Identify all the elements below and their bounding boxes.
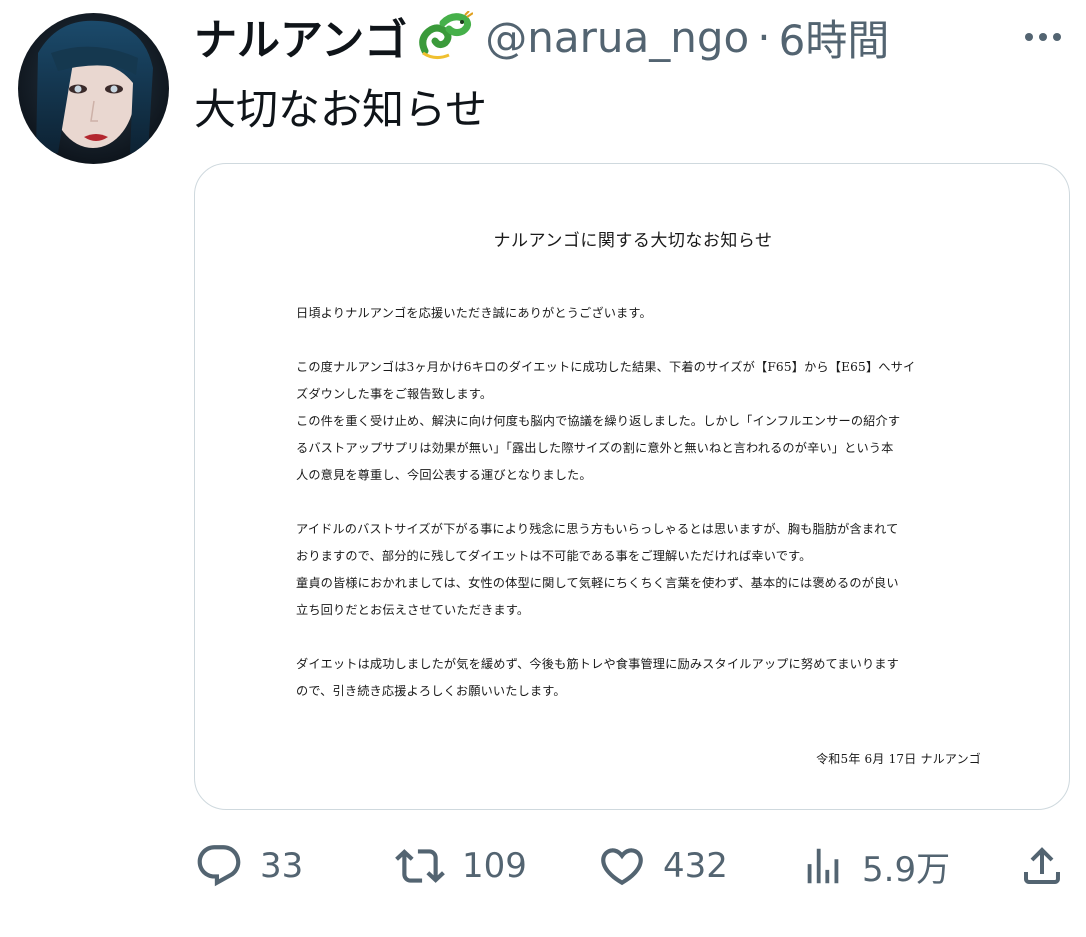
notice-line: この度ナルアンゴは3ヶ月かけ6キロのダイエットに成功した結果、下着のサイズが【F… [296, 360, 916, 374]
notice-line: 童貞の皆様におかれましては、女性の体型に関して気軽にちくちく言葉を使わず、基本的… [296, 576, 899, 590]
notice-line: 立ち回りだとお伝えさせていただきます。 [296, 603, 530, 617]
like-count: 432 [663, 846, 728, 886]
notice-line: るバストアップサプリは効果が無い」「露出した際サイズの割に意外と無いねと言われる… [296, 441, 894, 455]
avatar-image [18, 13, 169, 164]
more-dot [1053, 33, 1061, 41]
notice-line: ズダウンした事をご報告致します。 [296, 387, 493, 401]
tweet-header: ナルアンゴ @narua_ngo · 6時間 [194, 8, 889, 66]
more-dot [1039, 33, 1047, 41]
reply-button[interactable]: 33 [194, 836, 303, 896]
handle[interactable]: @narua_ngo [485, 13, 749, 62]
dragon-icon [415, 11, 474, 63]
notice-line: この件を重く受け止め、解決に向け何度も脳内で協議を繰り返しました。しかし「インフ… [296, 414, 901, 428]
notice-line: 日頃よりナルアンゴを応援いただき誠にありがとうございます。 [296, 306, 652, 320]
notice-date: 令和5年 6月 17日 ナルアンゴ [816, 752, 981, 766]
views-icon [807, 848, 839, 884]
views-button[interactable]: 5.9万 [800, 836, 950, 896]
notice-line: ので、引き続き応援よろしくお願いいたします。 [296, 684, 566, 698]
tweet: ナルアンゴ @narua_ngo · 6時間 大切なお知らせ ナルアンゴに関する… [0, 0, 1086, 937]
heart-icon [601, 848, 643, 886]
more-dot [1025, 33, 1033, 41]
notice-line: おりますので、部分的に残してダイエットは不可能である事をご理解いただければ幸いで… [296, 549, 812, 563]
action-bar: 33 109 432 5.9万 [194, 836, 1074, 896]
separator-dot: · [757, 12, 771, 62]
avatar[interactable] [18, 13, 169, 164]
retweet-icon [395, 849, 445, 883]
notice-line: ダイエットは成功しましたが気を緩めず、今後も筋トレや食事管理に励みスタイルアップ… [296, 657, 899, 671]
like-button[interactable]: 432 [597, 836, 728, 896]
timestamp[interactable]: 6時間 [779, 7, 890, 68]
more-icon[interactable] [1017, 22, 1069, 52]
notice-line: 人の意見を尊重し、今回公表する運びとなりました。 [296, 468, 592, 482]
display-name[interactable]: ナルアンゴ [194, 6, 407, 68]
view-count: 5.9万 [862, 849, 951, 890]
reply-icon [197, 845, 241, 887]
notice-body: 日頃よりナルアンゴを応援いただき誠にありがとうございます。 この度ナルアンゴは3… [296, 300, 986, 705]
notice-title: ナルアンゴに関する大切なお知らせ [493, 231, 773, 251]
attached-image[interactable]: ナルアンゴに関する大切なお知らせ 日頃よりナルアンゴを応援いただき誠にありがとう… [194, 163, 1070, 810]
notice-document: ナルアンゴに関する大切なお知らせ 日頃よりナルアンゴを応援いただき誠にありがとう… [195, 164, 1069, 809]
share-icon [1024, 847, 1060, 884]
share-button[interactable] [1018, 836, 1066, 896]
retweet-count: 109 [462, 846, 527, 886]
reply-count: 33 [260, 846, 304, 886]
retweet-button[interactable]: 109 [394, 836, 527, 896]
notice-line: アイドルのバストサイズが下がる事により残念に思う方もいらっしゃるとは思いますが、… [296, 522, 899, 536]
tweet-text: 大切なお知らせ [194, 85, 488, 134]
